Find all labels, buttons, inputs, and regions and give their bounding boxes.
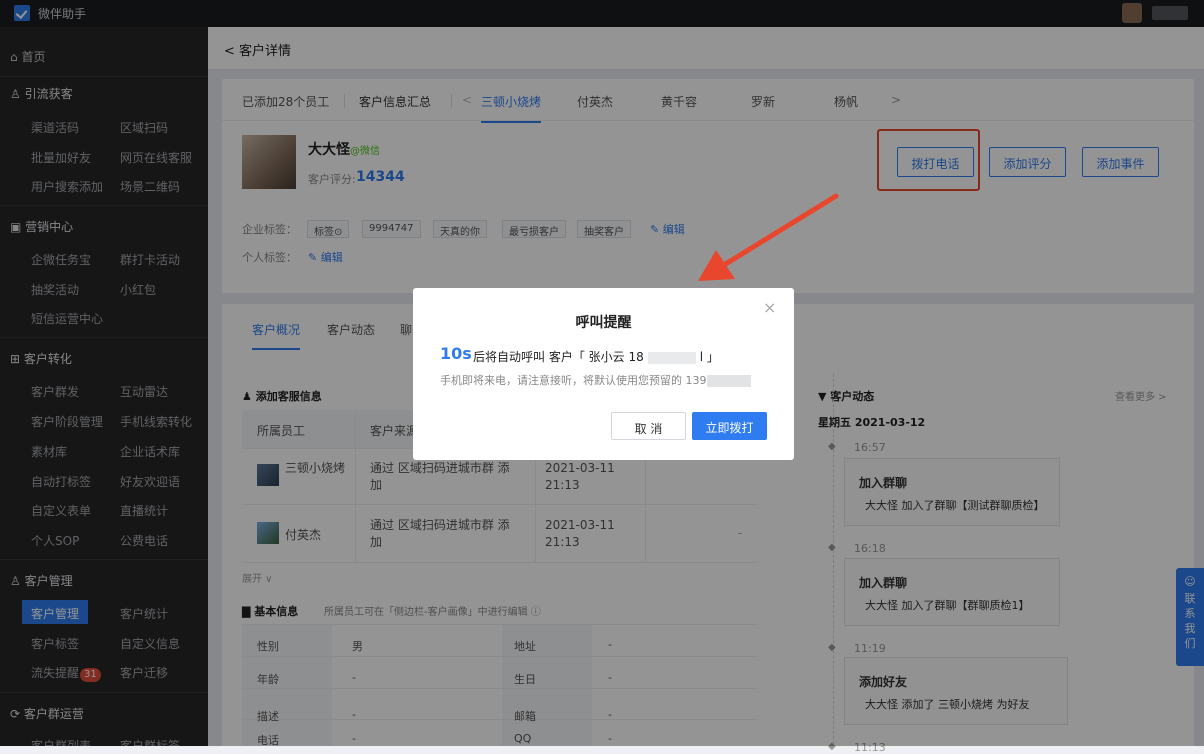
- dialog-title: 呼叫提醒: [575, 315, 632, 331]
- close-icon[interactable]: ×: [763, 298, 776, 317]
- redacted-phone: [647, 351, 696, 364]
- redacted-phone: [706, 375, 751, 387]
- call-hint: 手机即将来电，请注意接听，将默认使用您预留的 139: [440, 372, 751, 388]
- countdown: 10s: [440, 344, 472, 363]
- cancel-button[interactable]: 取 消: [611, 412, 686, 440]
- call-now-button[interactable]: 立即拨打: [692, 412, 767, 440]
- call-reminder-dialog: 呼叫提醒 × 10s 后将自动呼叫 客户「 张小云 18 l 」 手机即将来电，请…: [413, 288, 794, 460]
- call-message: 后将自动呼叫 客户「 张小云 18 l 」: [473, 350, 719, 364]
